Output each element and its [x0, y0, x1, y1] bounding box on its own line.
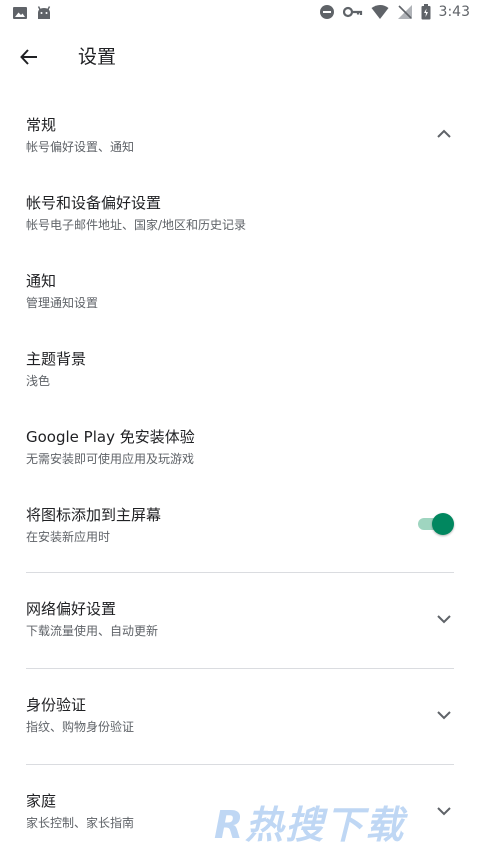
page-title: 设置: [78, 46, 117, 68]
setting-play-instant[interactable]: Google Play 免安装体验 无需安装即可使用应用及玩游戏: [0, 416, 480, 480]
section-network[interactable]: 网络偏好设置 下载流量使用、自动更新: [0, 590, 480, 654]
battery-icon: [421, 4, 431, 20]
status-right-icons: 3:43: [319, 4, 470, 20]
app-bar: 设置: [0, 28, 480, 84]
section-family-title: 家庭: [26, 792, 57, 810]
wifi-icon: [371, 5, 389, 19]
setting-add-icon-home[interactable]: 将图标添加到主屏幕 在安装新应用时: [0, 494, 480, 558]
chevron-up-icon[interactable]: [434, 124, 454, 144]
divider: [26, 668, 454, 669]
setting-add-icon-home-subtitle: 在安装新应用时: [26, 530, 111, 544]
setting-theme-title: 主题背景: [26, 350, 87, 368]
setting-account-device[interactable]: 帐号和设备偏好设置 帐号电子邮件地址、国家/地区和历史记录: [0, 182, 480, 246]
section-authentication-title: 身份验证: [26, 696, 87, 714]
add-icon-home-toggle[interactable]: [414, 512, 454, 536]
setting-theme[interactable]: 主题背景 浅色: [0, 338, 480, 402]
section-authentication[interactable]: 身份验证 指纹、购物身份验证: [0, 686, 480, 750]
chevron-down-icon[interactable]: [434, 705, 454, 725]
section-general[interactable]: 常规 帐号偏好设置、通知: [0, 104, 480, 168]
section-network-title: 网络偏好设置: [26, 600, 117, 618]
chevron-down-icon[interactable]: [434, 801, 454, 821]
back-button[interactable]: [14, 42, 44, 72]
status-left-icons: [12, 5, 52, 21]
section-network-subtitle: 下载流量使用、自动更新: [26, 624, 159, 638]
setting-notifications-subtitle: 管理通知设置: [26, 296, 99, 310]
setting-account-device-title: 帐号和设备偏好设置: [26, 194, 162, 212]
section-general-title: 常规: [26, 116, 57, 134]
setting-add-icon-home-title: 将图标添加到主屏幕: [26, 506, 162, 524]
setting-theme-subtitle: 浅色: [26, 374, 51, 388]
section-family-subtitle: 家长控制、家长指南: [26, 816, 135, 830]
watermark-logo: R热搜下载: [214, 803, 406, 847]
divider: [26, 764, 454, 765]
setting-play-instant-title: Google Play 免安装体验: [26, 428, 195, 446]
setting-play-instant-subtitle: 无需安装即可使用应用及玩游戏: [26, 452, 195, 466]
setting-notifications[interactable]: 通知 管理通知设置: [0, 260, 480, 324]
divider: [26, 572, 454, 573]
android-icon: [37, 6, 51, 19]
do-not-disturb-icon: [319, 5, 334, 19]
setting-account-device-subtitle: 帐号电子邮件地址、国家/地区和历史记录: [26, 218, 247, 232]
section-authentication-subtitle: 指纹、购物身份验证: [26, 720, 135, 734]
arrow-back-icon: [20, 49, 37, 65]
toggle-thumb: [432, 513, 454, 535]
image-icon: [13, 7, 27, 19]
chevron-down-icon[interactable]: [434, 609, 454, 629]
section-general-subtitle: 帐号偏好设置、通知: [26, 140, 135, 154]
status-bar: 3:43: [0, 0, 480, 28]
setting-notifications-title: 通知: [26, 272, 57, 290]
no-signal-icon: [397, 5, 412, 19]
status-time: 3:43: [438, 4, 470, 20]
key-icon: [342, 6, 362, 18]
